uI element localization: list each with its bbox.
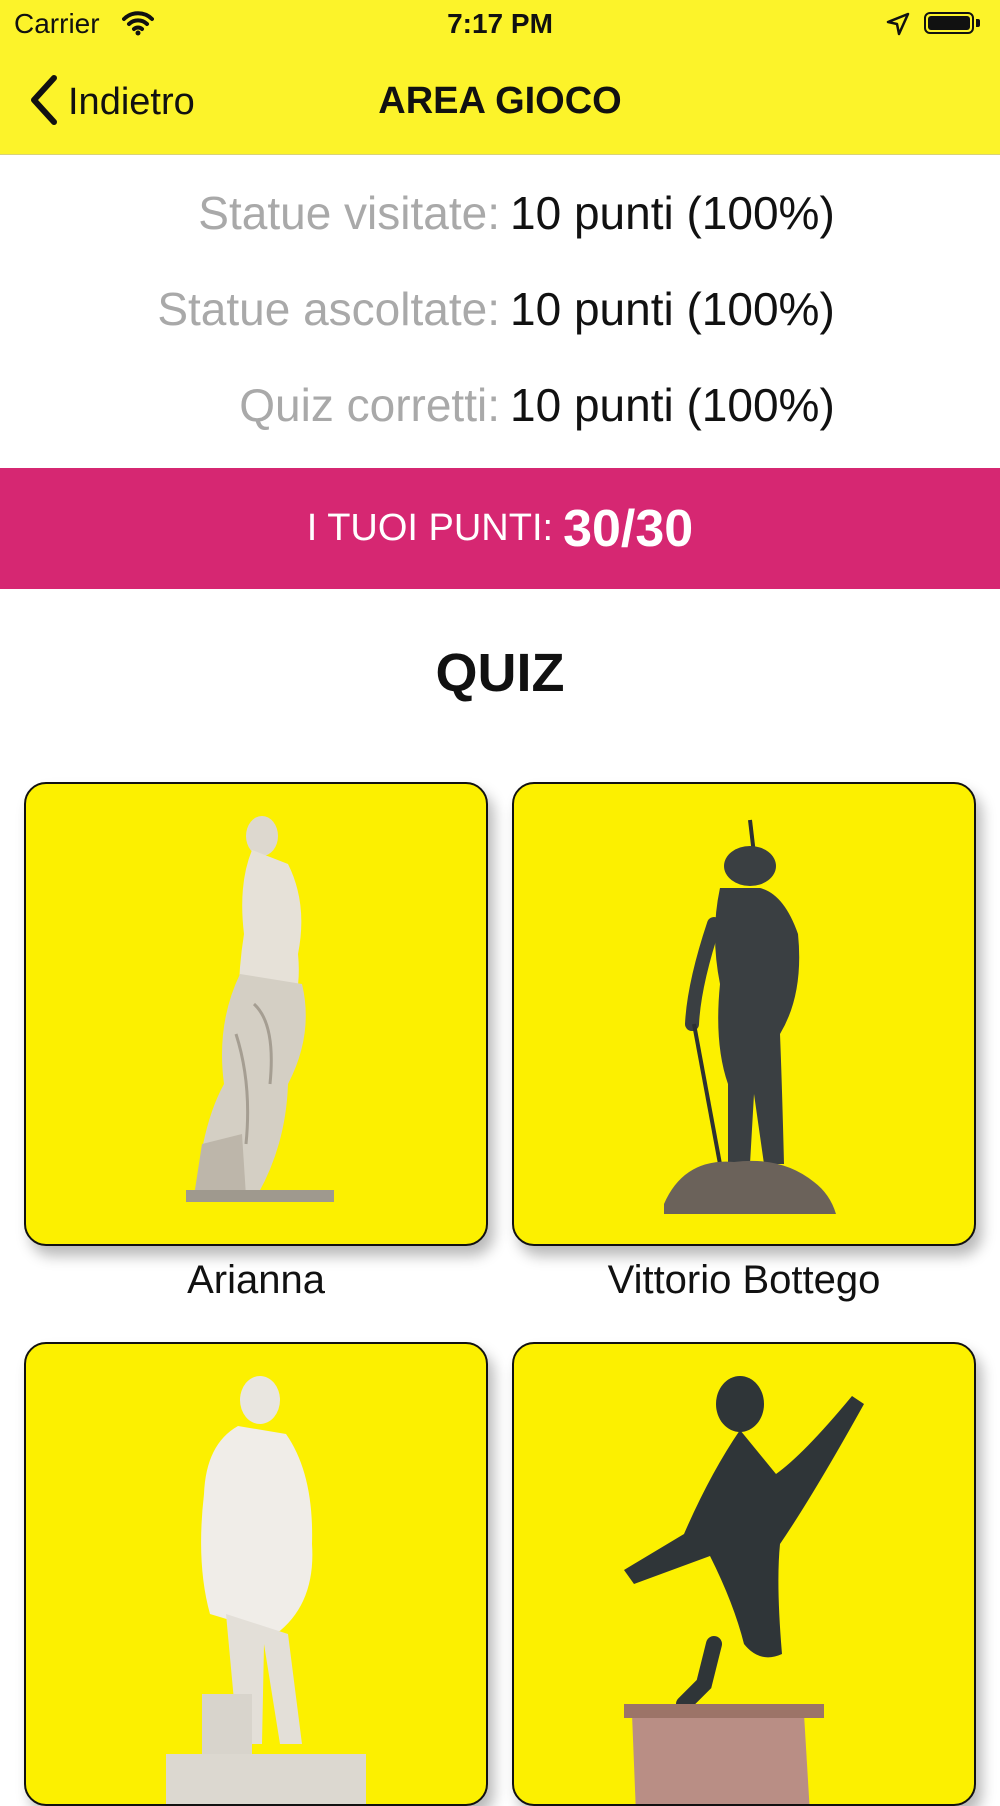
stat-value: 10 punti (100%): [510, 187, 835, 239]
quiz-card-vittorio-bottego[interactable]: [512, 782, 976, 1246]
score-value: 30/30: [563, 499, 694, 558]
stat-row-listened: Statue ascoltate: 10 punti (100%): [0, 282, 1000, 342]
quiz-card-label: Vittorio Bottego: [607, 1258, 881, 1302]
stat-value: 10 punti (100%): [510, 283, 835, 335]
statue-image: [664, 819, 836, 1214]
top-bar: Carrier 7:17 PM Indietro AREA GIOCO: [0, 0, 1000, 155]
score-label: I TUOI PUNTI:: [306, 507, 554, 549]
quiz-card-label: Arianna: [187, 1258, 325, 1302]
statue-image: [186, 816, 334, 1202]
battery-icon: [924, 12, 980, 36]
quiz-heading: QUIZ: [435, 643, 565, 703]
quiz-card[interactable]: [24, 1342, 488, 1806]
page-title: AREA GIOCO: [378, 80, 622, 122]
quiz-card[interactable]: [512, 1342, 976, 1806]
stat-row-visited: Statue visitate: 10 punti (100%): [0, 186, 1000, 246]
statue-image: [166, 1376, 366, 1804]
status-time: 7:17 PM: [447, 8, 553, 39]
stat-value: 10 punti (100%): [510, 379, 835, 431]
stat-label: Statue visitate:: [198, 187, 500, 239]
statue-image: [624, 1376, 864, 1804]
stat-label: Statue ascoltate:: [157, 283, 500, 335]
navigation-bar: Indietro AREA GIOCO: [0, 60, 1000, 144]
location-arrow-icon: [886, 12, 910, 41]
quiz-card-arianna[interactable]: [24, 782, 488, 1246]
score-banner: I TUOI PUNTI: 30/30: [0, 468, 1000, 589]
status-bar: Carrier 7:17 PM: [0, 0, 1000, 50]
stat-label: Quiz corretti:: [239, 379, 500, 431]
stat-row-quiz: Quiz corretti: 10 punti (100%): [0, 378, 1000, 438]
